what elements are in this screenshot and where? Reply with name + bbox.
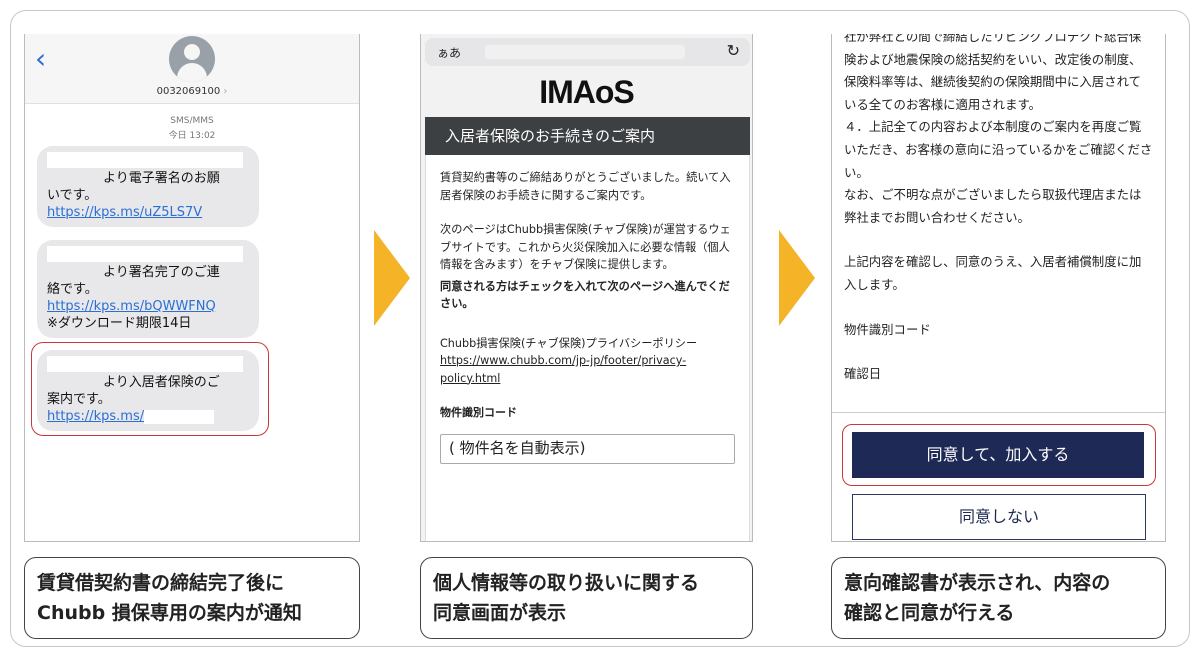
decline-button[interactable]: 同意しない xyxy=(852,494,1146,540)
address-bar[interactable]: ぁあ ↻ xyxy=(425,38,750,66)
page-content: 賃貸契約書等のご締結ありがとうございました。続いて入居者保険のお手続きに関するご… xyxy=(425,155,750,541)
consent-instruction: 同意される方はチェックを入れて次のページへ進んでください。 xyxy=(440,279,730,311)
arrow-right-icon xyxy=(779,230,815,326)
divider xyxy=(832,412,1165,413)
sms-header: ‹ 0032069100 › xyxy=(25,34,359,104)
font-size-toggle[interactable]: ぁあ xyxy=(437,44,461,61)
message-link[interactable]: https://kps.ms/bQWWFNQ xyxy=(47,299,216,314)
code-label: 物件識別コード xyxy=(440,406,517,419)
privacy-section: Chubb損害保険(チャブ保険)プライバシーポリシー https://www.c… xyxy=(440,336,698,385)
property-code-field[interactable]: ( 物件名を自動表示) xyxy=(440,433,735,464)
terms-text: 社が弊社との間で締結したリビングプロテクト総合保険および地震保険の総括契約をいい… xyxy=(832,34,1165,386)
agree-button[interactable]: 同意して、加入する xyxy=(852,432,1144,478)
redacted-text xyxy=(47,152,243,168)
avatar[interactable] xyxy=(169,36,215,82)
message-time: 今日 13:02 xyxy=(168,131,216,141)
arrow-right-icon xyxy=(374,230,410,326)
intro-text: 賃貸契約書等のご締結ありがとうございました。続いて入居者保険のお手続きに関するご… xyxy=(440,171,731,202)
confirmation-screen: 社が弊社との間で締結したリビングプロテクト総合保険および地震保険の総括契約をいい… xyxy=(831,34,1166,542)
caption-step-1: 賃貸借契約書の締結完了後に Chubb 損保専用の案内が通知 xyxy=(24,557,360,639)
message-link[interactable]: https://kps.ms/uZ5LS7V xyxy=(47,205,202,220)
back-chevron-icon[interactable]: ‹ xyxy=(35,42,46,75)
page-title: 入居者保険のお手続きのご案内 xyxy=(425,117,750,155)
message-type: SMS/MMS xyxy=(170,116,214,126)
caption-step-3: 意向確認書が表示され、内容の 確認と同意が行える xyxy=(831,557,1166,639)
privacy-policy-link[interactable]: https://www.chubb.com/jp-jp/footer/priva… xyxy=(440,354,686,385)
reload-icon[interactable]: ↻ xyxy=(727,41,740,60)
message-bubble[interactable]: より署名完了のご連 絡です。 https://kps.ms/bQWWFNQ ※ダ… xyxy=(37,240,259,338)
redacted-url xyxy=(485,45,685,59)
sms-screen: ‹ 0032069100 › SMS/MMS 今日 13:02 より電子署名のお… xyxy=(24,34,360,542)
browser-screen: ぁあ ↻ IMAoS 入居者保険のお手続きのご案内 賃貸契約書等のご締結ありがと… xyxy=(420,34,753,542)
caption-step-2: 個人情報等の取り扱いに関する 同意画面が表示 xyxy=(420,557,753,639)
redacted-text xyxy=(47,246,243,262)
code-label: 物件識別コード xyxy=(844,321,931,337)
contact-number[interactable]: 0032069100 › xyxy=(25,86,359,97)
message-bubble[interactable]: より電子署名のお願 いです。 https://kps.ms/uZ5LS7V xyxy=(37,146,259,227)
download-note: ※ダウンロード期限14日 xyxy=(47,316,192,331)
brand-logo: IMAoS xyxy=(539,74,635,110)
date-label: 確認日 xyxy=(844,366,882,382)
highlight-frame xyxy=(31,342,269,436)
notice-text: 次のページはChubb損害保険(チャブ保険)が運営するウェブサイトです。これから… xyxy=(440,223,731,271)
